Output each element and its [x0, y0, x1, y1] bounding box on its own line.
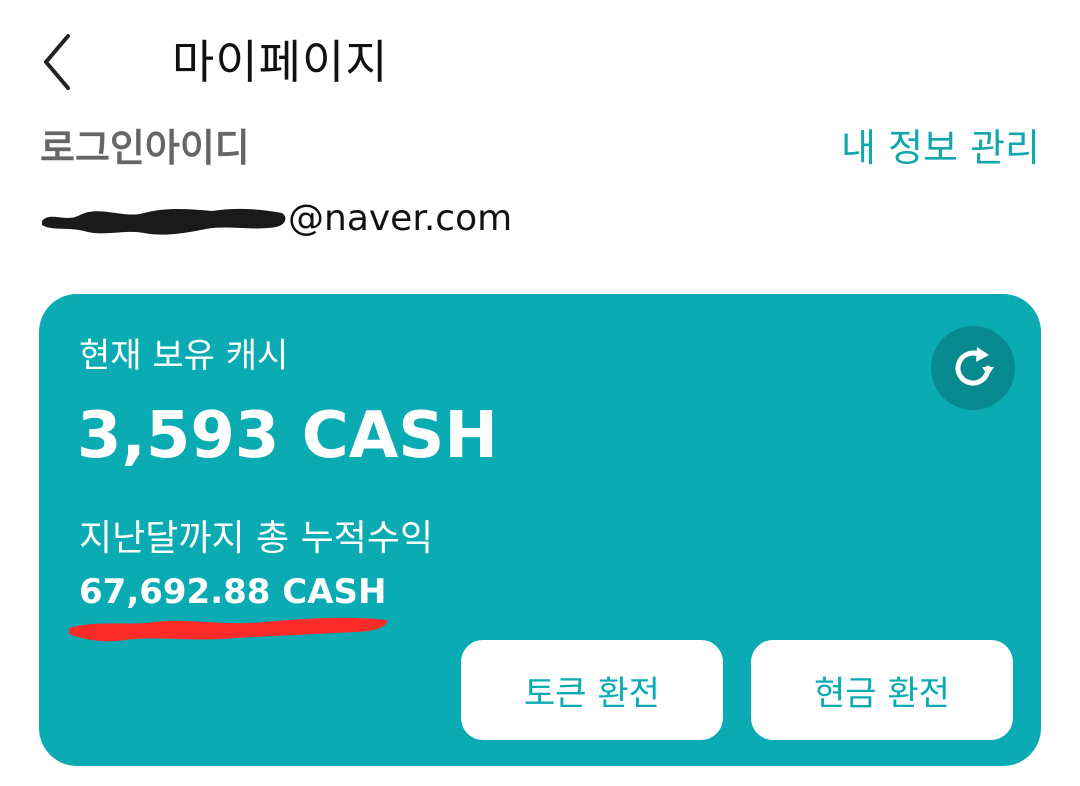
refresh-button[interactable] [931, 326, 1015, 410]
total-earnings-label: 지난달까지 총 누적수익 [79, 518, 434, 559]
balance-amount: 3,593 CASH [77, 399, 498, 473]
total-earnings-amount: 67,692.88 CASH [79, 572, 387, 612]
refresh-icon [955, 347, 994, 386]
header: 마이페이지 [0, 0, 1080, 120]
cash-exchange-button[interactable]: 현금 환전 [751, 640, 1013, 740]
email-redaction [40, 197, 288, 241]
email-domain-text: @naver.com [288, 198, 513, 239]
chevron-left-icon [44, 34, 70, 90]
balance-label: 현재 보유 캐시 [79, 336, 289, 376]
manage-profile-link[interactable]: 내 정보 관리 [841, 124, 1040, 172]
token-exchange-button[interactable]: 토큰 환전 [461, 640, 723, 740]
login-id-label: 로그인아이디 [40, 126, 250, 170]
red-underline-mark [69, 617, 388, 642]
back-button[interactable] [36, 30, 86, 94]
page-title: 마이페이지 [172, 35, 389, 89]
email-field: @naver.com [40, 194, 512, 244]
cash-card: 현재 보유 캐시 3,593 CASH 지난달까지 총 누적수익 67,692.… [39, 294, 1041, 766]
